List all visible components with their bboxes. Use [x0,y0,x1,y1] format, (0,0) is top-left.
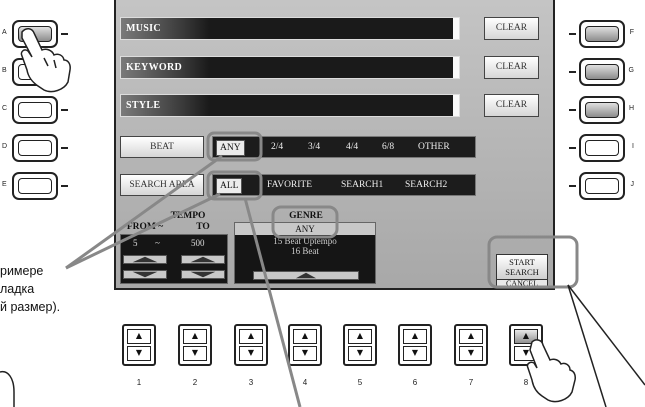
leader-line [567,284,645,386]
updown-button-6[interactable]: ▲ ▼ [398,324,432,366]
area-option-search1[interactable]: SEARCH1 [341,175,383,195]
area-option-search2[interactable]: SEARCH2 [405,175,447,195]
button-number: 2 [192,378,198,387]
area-option-all[interactable]: ALL [216,178,243,194]
genre-item[interactable]: 16 Beat [235,246,375,256]
updown-button-4[interactable]: ▲ ▼ [288,324,322,366]
button-d[interactable]: D [2,134,68,162]
tempo-to-up-arrow[interactable] [181,255,225,264]
beat-option-6-8[interactable]: 6/8 [382,137,394,157]
beat-option-3-4[interactable]: 3/4 [308,137,320,157]
clear-style-button[interactable]: CLEAR [484,94,539,117]
button-c[interactable]: C [2,96,68,124]
genre-selected[interactable]: ANY [235,223,375,235]
button-number: 3 [248,378,254,387]
tempo-separator: ~ [155,238,160,248]
updown-button-2[interactable]: ▲ ▼ [178,324,212,366]
beat-label: BEAT [120,136,204,158]
tempo-from-up-arrow[interactable] [123,255,167,264]
button-a[interactable]: A [2,20,68,48]
button-b[interactable]: B [2,58,68,86]
cancel-button[interactable]: CANCEL [496,279,548,289]
tempo-from-down-arrow[interactable] [123,270,167,279]
tempo-from-label: FROM ~ [126,222,164,232]
beat-option-4-4[interactable]: 4/4 [346,137,358,157]
updown-button-3[interactable]: ▲ ▼ [234,324,268,366]
leader-line [567,284,607,407]
beat-option-any[interactable]: ANY [216,140,245,156]
button-number: 6 [412,378,418,387]
search-area-label: SEARCH AREA [120,174,204,196]
tempo-from-value: 5 [133,238,138,248]
button-g[interactable]: G [569,58,634,86]
tempo-to-down-arrow[interactable] [181,270,225,279]
button-number: 1 [136,378,142,387]
tempo-to-label: TO [196,222,210,232]
tempo-to-value: 500 [191,238,205,248]
genre-scroll-arrow[interactable] [253,271,359,280]
button-h[interactable]: H [569,96,634,124]
updown-button-1[interactable]: ▲ ▼ [122,324,156,366]
clear-music-button[interactable]: CLEAR [484,17,539,40]
keyword-field[interactable]: KEYWORD [120,56,460,79]
clear-keyword-button[interactable]: CLEAR [484,56,539,79]
genre-title: GENRE [289,211,323,221]
button-i[interactable]: I [569,134,634,162]
beat-option-2-4[interactable]: 2/4 [271,137,283,157]
button-number: 5 [357,378,363,387]
button-number: 7 [468,378,474,387]
updown-button-7[interactable]: ▲ ▼ [454,324,488,366]
beat-selector[interactable]: ANY 2/4 3/4 4/4 6/8 OTHER [212,136,476,158]
genre-panel[interactable]: ANY 15 Beat Uptempo 16 Beat [234,222,376,284]
area-option-favorite[interactable]: FAVORITE [267,175,312,195]
button-number: 4 [302,378,308,387]
search-area-selector[interactable]: ALL FAVORITE SEARCH1 SEARCH2 [212,174,476,196]
search-screen: MUSIC CLEAR KEYWORD CLEAR STYLE CLEAR BE… [114,0,555,290]
callout-text: римере ладка й размер). [0,264,61,314]
music-field[interactable]: MUSIC [120,17,460,40]
updown-button-8[interactable]: ▲ ▼ [509,324,543,366]
start-search-button[interactable]: START SEARCH [496,254,548,280]
genre-item[interactable]: 15 Beat Uptempo [235,236,375,246]
updown-button-5[interactable]: ▲ ▼ [343,324,377,366]
button-e[interactable]: E [2,172,68,200]
beat-option-other[interactable]: OTHER [418,137,450,157]
tempo-title: TEMPO [170,211,206,221]
button-j[interactable]: J [569,172,634,200]
cropped-shape [0,370,15,407]
button-f[interactable]: F [569,20,634,48]
style-field[interactable]: STYLE [120,94,460,117]
tempo-panel: 5 ~ 500 [120,234,228,284]
button-number: 8 [523,378,529,387]
